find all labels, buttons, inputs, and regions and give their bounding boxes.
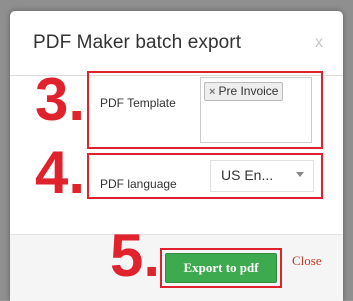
tag-remove-icon[interactable]: ×	[209, 86, 215, 98]
step-3-annotation: 3.	[35, 66, 86, 133]
pdf-language-label: PDF language	[100, 177, 177, 191]
dialog-close-icon[interactable]: x	[315, 34, 323, 52]
dialog-title: PDF Maker batch export	[33, 32, 242, 53]
step-5-annotation: 5.	[110, 222, 161, 289]
pdf-language-value: US En...	[221, 167, 274, 183]
chevron-down-icon	[296, 172, 304, 177]
template-tag: × Pre Invoice	[204, 82, 284, 101]
export-to-pdf-button[interactable]: Export to pdf	[165, 253, 277, 283]
close-link[interactable]: Close	[292, 253, 322, 269]
pdf-language-select[interactable]: US En...	[210, 160, 314, 192]
pdf-template-label: PDF Template	[100, 96, 176, 110]
pdf-template-multiselect[interactable]: × Pre Invoice	[200, 77, 312, 143]
step-4-annotation: 4.	[35, 139, 86, 206]
template-tag-label: Pre Invoice	[218, 84, 279, 98]
